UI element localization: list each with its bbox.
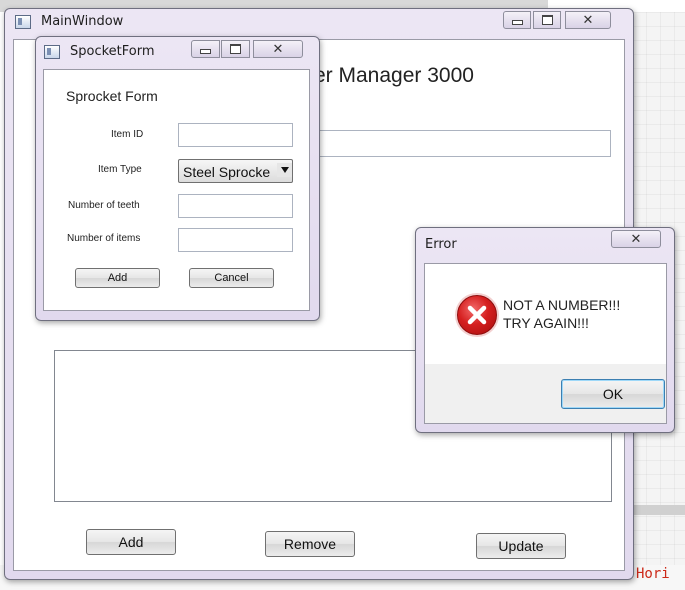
error-dialog: Error ✕ NOT A NUMBER!!! TRY AGAIN!!! OK <box>415 227 675 433</box>
sprocket-form-title: SpocketForm <box>70 44 155 59</box>
close-button[interactable]: ✕ <box>611 230 661 248</box>
main-text-input[interactable] <box>304 130 611 157</box>
close-icon: ✕ <box>272 41 284 57</box>
close-button[interactable]: ✕ <box>565 11 611 29</box>
main-window-titlebar[interactable]: MainWindow ✕ <box>5 9 633 35</box>
form-cancel-button[interactable]: Cancel <box>189 268 274 288</box>
error-cross-glyph <box>467 305 487 325</box>
item-type-value: Steel Sprocke <box>183 164 271 180</box>
item-type-select[interactable]: Steel Sprocke <box>178 159 293 183</box>
chevron-down-icon <box>281 167 289 173</box>
form-add-button[interactable]: Add <box>75 268 160 288</box>
items-label: Number of items <box>67 233 141 244</box>
window-app-icon <box>44 45 60 59</box>
maximize-button[interactable] <box>533 11 561 29</box>
error-dialog-title: Error <box>425 237 457 252</box>
update-button[interactable]: Update <box>476 533 566 559</box>
minimize-button[interactable] <box>191 40 220 58</box>
background-code-text: Hori <box>636 566 670 582</box>
ok-button[interactable]: OK <box>561 379 665 409</box>
error-icon <box>457 295 497 335</box>
form-heading: Sprocket Form <box>66 88 158 104</box>
teeth-label: Number of teeth <box>68 200 140 211</box>
close-icon: ✕ <box>582 12 594 28</box>
window-app-icon <box>15 15 31 29</box>
remove-button[interactable]: Remove <box>265 531 355 557</box>
add-button[interactable]: Add <box>86 529 176 555</box>
sprocket-form-window: SpocketForm ✕ Sprocket Form Item ID Item… <box>35 36 320 321</box>
items-input[interactable] <box>178 228 293 252</box>
error-dialog-titlebar[interactable]: Error ✕ <box>416 228 674 254</box>
background-scrollbar <box>632 505 685 515</box>
item-id-label: Item ID <box>111 129 144 140</box>
close-icon: ✕ <box>630 231 642 247</box>
sprocket-form-client: Sprocket Form Item ID Item Type Steel Sp… <box>43 69 310 311</box>
main-window-title: MainWindow <box>41 14 124 29</box>
maximize-button[interactable] <box>221 40 250 58</box>
error-dialog-client: NOT A NUMBER!!! TRY AGAIN!!! OK <box>424 263 667 424</box>
minimize-button[interactable] <box>503 11 531 29</box>
sprocket-form-titlebar[interactable]: SpocketForm ✕ <box>36 37 319 63</box>
error-message-line2: TRY AGAIN!!! <box>503 315 589 331</box>
page-title: er Manager 3000 <box>314 64 474 87</box>
item-type-label: Item Type <box>98 164 142 175</box>
teeth-input[interactable] <box>178 194 293 218</box>
item-id-input[interactable] <box>178 123 293 147</box>
error-message-line1: NOT A NUMBER!!! <box>503 297 621 313</box>
close-button[interactable]: ✕ <box>253 40 303 58</box>
